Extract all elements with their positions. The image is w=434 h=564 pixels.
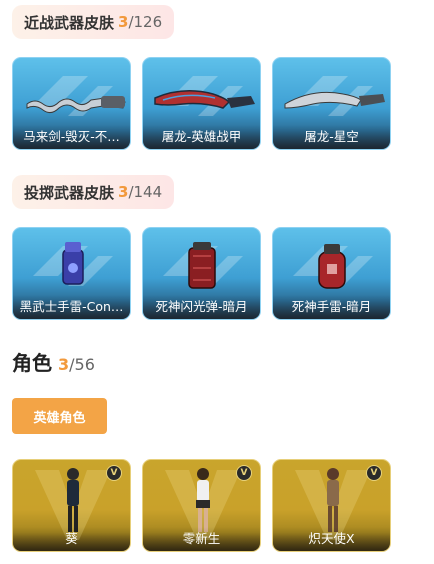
roles-header: 角色 3/56 xyxy=(12,347,95,376)
kris-sword-icon xyxy=(26,96,126,114)
melee-skins-header: 近战武器皮肤 3/126 xyxy=(12,5,175,39)
melee-skin-card-2[interactable]: 屠龙-英雄战甲 xyxy=(142,57,261,150)
throw-skin-card-2[interactable]: 死神闪光弹-暗月 xyxy=(142,227,261,320)
role-label-1: 葵 xyxy=(13,527,130,551)
melee-skin-label-1: 马来剑-毁灭-不… xyxy=(13,125,130,149)
throw-skins-title: 投掷武器皮肤 xyxy=(24,183,115,202)
role-card-2[interactable]: V 零新生 xyxy=(142,459,261,552)
melee-skins-title: 近战武器皮肤 xyxy=(24,13,115,32)
dragon-blade-starry-icon xyxy=(284,91,385,109)
throw-skin-label-3: 死神手雷-暗月 xyxy=(273,295,390,319)
roles-title: 角色 xyxy=(12,351,52,375)
roles-count: 3/56 xyxy=(58,355,95,374)
throw-skin-label-1: 黑武士手雷-Con… xyxy=(13,295,130,319)
throw-skin-card-1[interactable]: 黑武士手雷-Con… xyxy=(12,227,131,320)
melee-skin-card-3[interactable]: 屠龙-星空 xyxy=(272,57,391,150)
role-label-2: 零新生 xyxy=(143,527,260,551)
dragon-blade-icon xyxy=(154,90,255,109)
melee-skin-card-1[interactable]: 马来剑-毁灭-不… xyxy=(12,57,131,150)
hero-roles-filter-button[interactable]: 英雄角色 xyxy=(12,398,107,434)
role-label-3: 炽天使X xyxy=(273,527,390,551)
role-card-1[interactable]: V 葵 xyxy=(12,459,131,552)
throw-skins-header: 投掷武器皮肤 3/144 xyxy=(12,175,175,209)
role-card-3[interactable]: V 炽天使X xyxy=(272,459,391,552)
grenade-icon xyxy=(62,242,84,285)
throw-skins-count: 3/144 xyxy=(118,183,163,201)
melee-skins-count: 3/126 xyxy=(118,13,163,31)
flashbang-icon xyxy=(188,242,216,289)
death-grenade-icon xyxy=(318,244,346,289)
throw-skin-label-2: 死神闪光弹-暗月 xyxy=(143,295,260,319)
melee-skin-label-2: 屠龙-英雄战甲 xyxy=(143,125,260,149)
melee-skin-label-3: 屠龙-星空 xyxy=(273,125,390,149)
throw-skin-card-3[interactable]: 死神手雷-暗月 xyxy=(272,227,391,320)
